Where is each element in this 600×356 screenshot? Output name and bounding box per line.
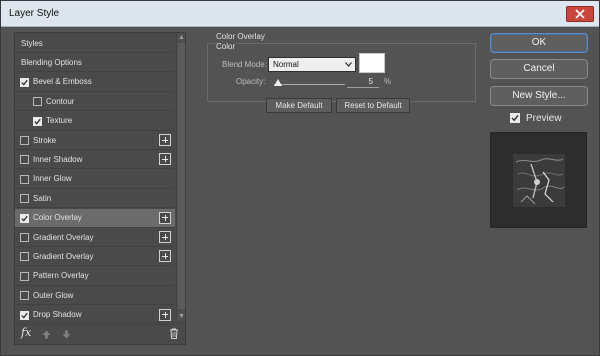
preview-thumbnail — [490, 132, 587, 228]
sidebar-item[interactable]: Color Overlay — [15, 208, 175, 228]
sidebar-item-checkbox[interactable] — [20, 271, 29, 281]
sidebar-item-label: Blending Options — [21, 57, 82, 67]
sidebar-item-label: Styles — [21, 38, 43, 48]
sidebar-item-label: Texture — [46, 116, 73, 126]
title-bar: Layer Style — [1, 1, 599, 27]
section-title: Color Overlay — [216, 32, 265, 41]
close-button[interactable] — [566, 6, 594, 22]
sidebar-item-label: Pattern Overlay — [33, 271, 89, 281]
sidebar-item-label: Gradient Overlay — [33, 232, 94, 242]
trash-icon[interactable] — [169, 328, 179, 339]
sidebar-item[interactable]: Contour — [15, 92, 175, 112]
sidebar-item-checkbox[interactable] — [20, 77, 29, 87]
scroll-up-icon[interactable]: ▲ — [177, 33, 186, 42]
sidebar-item-label: Stroke — [33, 135, 57, 145]
move-down-icon[interactable] — [62, 330, 71, 339]
sidebar-item[interactable]: Blending Options — [15, 53, 175, 73]
add-effect-icon[interactable] — [159, 134, 171, 146]
sidebar-item[interactable]: Bevel & Emboss — [15, 73, 175, 92]
sidebar-item-label: Inner Shadow — [33, 154, 83, 164]
sidebar-item-checkbox[interactable] — [20, 233, 29, 242]
add-effect-icon[interactable] — [159, 231, 171, 243]
sidebar-item[interactable]: Stroke — [15, 131, 175, 150]
color-overlay-panel: Color Overlay Color Blend Mode: Normal O… — [200, 30, 476, 114]
checkmark-icon — [21, 215, 28, 222]
sidebar-item-checkbox[interactable] — [20, 310, 29, 320]
add-effect-icon[interactable] — [159, 250, 171, 263]
chevron-down-icon — [345, 62, 352, 67]
sidebar-item-checkbox[interactable] — [20, 252, 29, 262]
sidebar-item[interactable]: Inner Shadow — [15, 150, 175, 170]
scroll-down-icon[interactable]: ▼ — [177, 312, 186, 321]
preview-checkbox[interactable] — [510, 113, 520, 123]
blend-mode-select[interactable]: Normal — [268, 57, 356, 72]
sidebar-item[interactable]: Texture — [15, 112, 175, 131]
add-effect-icon[interactable] — [159, 153, 171, 166]
color-group — [207, 43, 476, 102]
add-effect-icon[interactable] — [159, 308, 171, 321]
sidebar-item-checkbox[interactable] — [20, 291, 29, 301]
sidebar-item[interactable]: Pattern Overlay — [15, 267, 175, 286]
checkmark-icon — [34, 118, 41, 125]
new-style-button[interactable]: New Style... — [490, 86, 588, 106]
preview-label: Preview — [526, 113, 562, 124]
fx-menu-icon[interactable]: fx — [21, 326, 31, 339]
sidebar-item-label: Contour — [46, 96, 75, 106]
opacity-unit: % — [384, 77, 392, 86]
sidebar-item-label: Drop Shadow — [33, 310, 82, 320]
blend-mode-label: Blend Mode: — [222, 60, 267, 69]
sidebar-item-label: Color Overlay — [33, 213, 82, 223]
preview-image — [513, 154, 565, 207]
styles-list-panel: Styles Blending Options Bevel & Emboss Cont… — [14, 32, 186, 345]
sidebar-item[interactable]: Styles — [15, 34, 175, 53]
sidebar-item-label: Bevel & Emboss — [33, 77, 92, 87]
styles-list-footer: fx — [15, 322, 185, 344]
group-title: Color — [215, 42, 237, 51]
add-effect-icon[interactable] — [159, 211, 171, 224]
sidebar-item-label: Gradient Overlay — [33, 251, 94, 261]
sidebar-item-checkbox[interactable] — [20, 155, 29, 165]
ok-button[interactable]: OK — [490, 33, 588, 53]
sidebar-item-checkbox[interactable] — [20, 213, 29, 223]
sidebar-item[interactable]: Satin — [15, 189, 175, 209]
layer-style-dialog: Layer Style Styles Blending Options Bevel … — [0, 0, 600, 356]
sidebar-item-checkbox[interactable] — [20, 136, 29, 145]
cancel-button[interactable]: Cancel — [490, 59, 588, 79]
sidebar-item[interactable]: Outer Glow — [15, 286, 175, 306]
close-icon — [575, 9, 585, 19]
sidebar-item[interactable]: Gradient Overlay — [15, 228, 175, 247]
sidebar-item-label: Outer Glow — [33, 290, 74, 300]
sidebar-item-checkbox[interactable] — [20, 174, 29, 184]
opacity-input[interactable]: 5 — [347, 76, 379, 88]
sidebar-item[interactable]: Inner Glow — [15, 170, 175, 189]
opacity-slider-thumb[interactable] — [273, 79, 282, 86]
sidebar-item-label: Inner Glow — [33, 174, 72, 184]
sidebar-item[interactable]: Gradient Overlay — [15, 247, 175, 267]
reset-default-button[interactable]: Reset to Default — [336, 98, 410, 113]
checkmark-icon — [511, 115, 519, 122]
opacity-label: Opacity: — [236, 77, 266, 86]
blend-mode-value: Normal — [273, 60, 299, 69]
sidebar-item-checkbox[interactable] — [20, 194, 29, 204]
sidebar-item-checkbox[interactable] — [33, 116, 42, 126]
make-default-button[interactable]: Make Default — [266, 98, 332, 113]
styles-list-scrollbar[interactable]: ▲ ▼ — [176, 33, 185, 322]
move-up-icon[interactable] — [42, 330, 51, 339]
preview-art-icon — [513, 154, 565, 207]
opacity-slider-track[interactable] — [274, 84, 345, 85]
overlay-color-swatch[interactable] — [359, 53, 385, 73]
scroll-thumb[interactable] — [178, 43, 185, 309]
window-title: Layer Style — [9, 8, 60, 19]
checkmark-icon — [21, 312, 28, 319]
sidebar-item-checkbox[interactable] — [33, 97, 42, 107]
checkmark-icon — [21, 79, 28, 86]
sidebar-item-label: Satin — [33, 193, 52, 203]
